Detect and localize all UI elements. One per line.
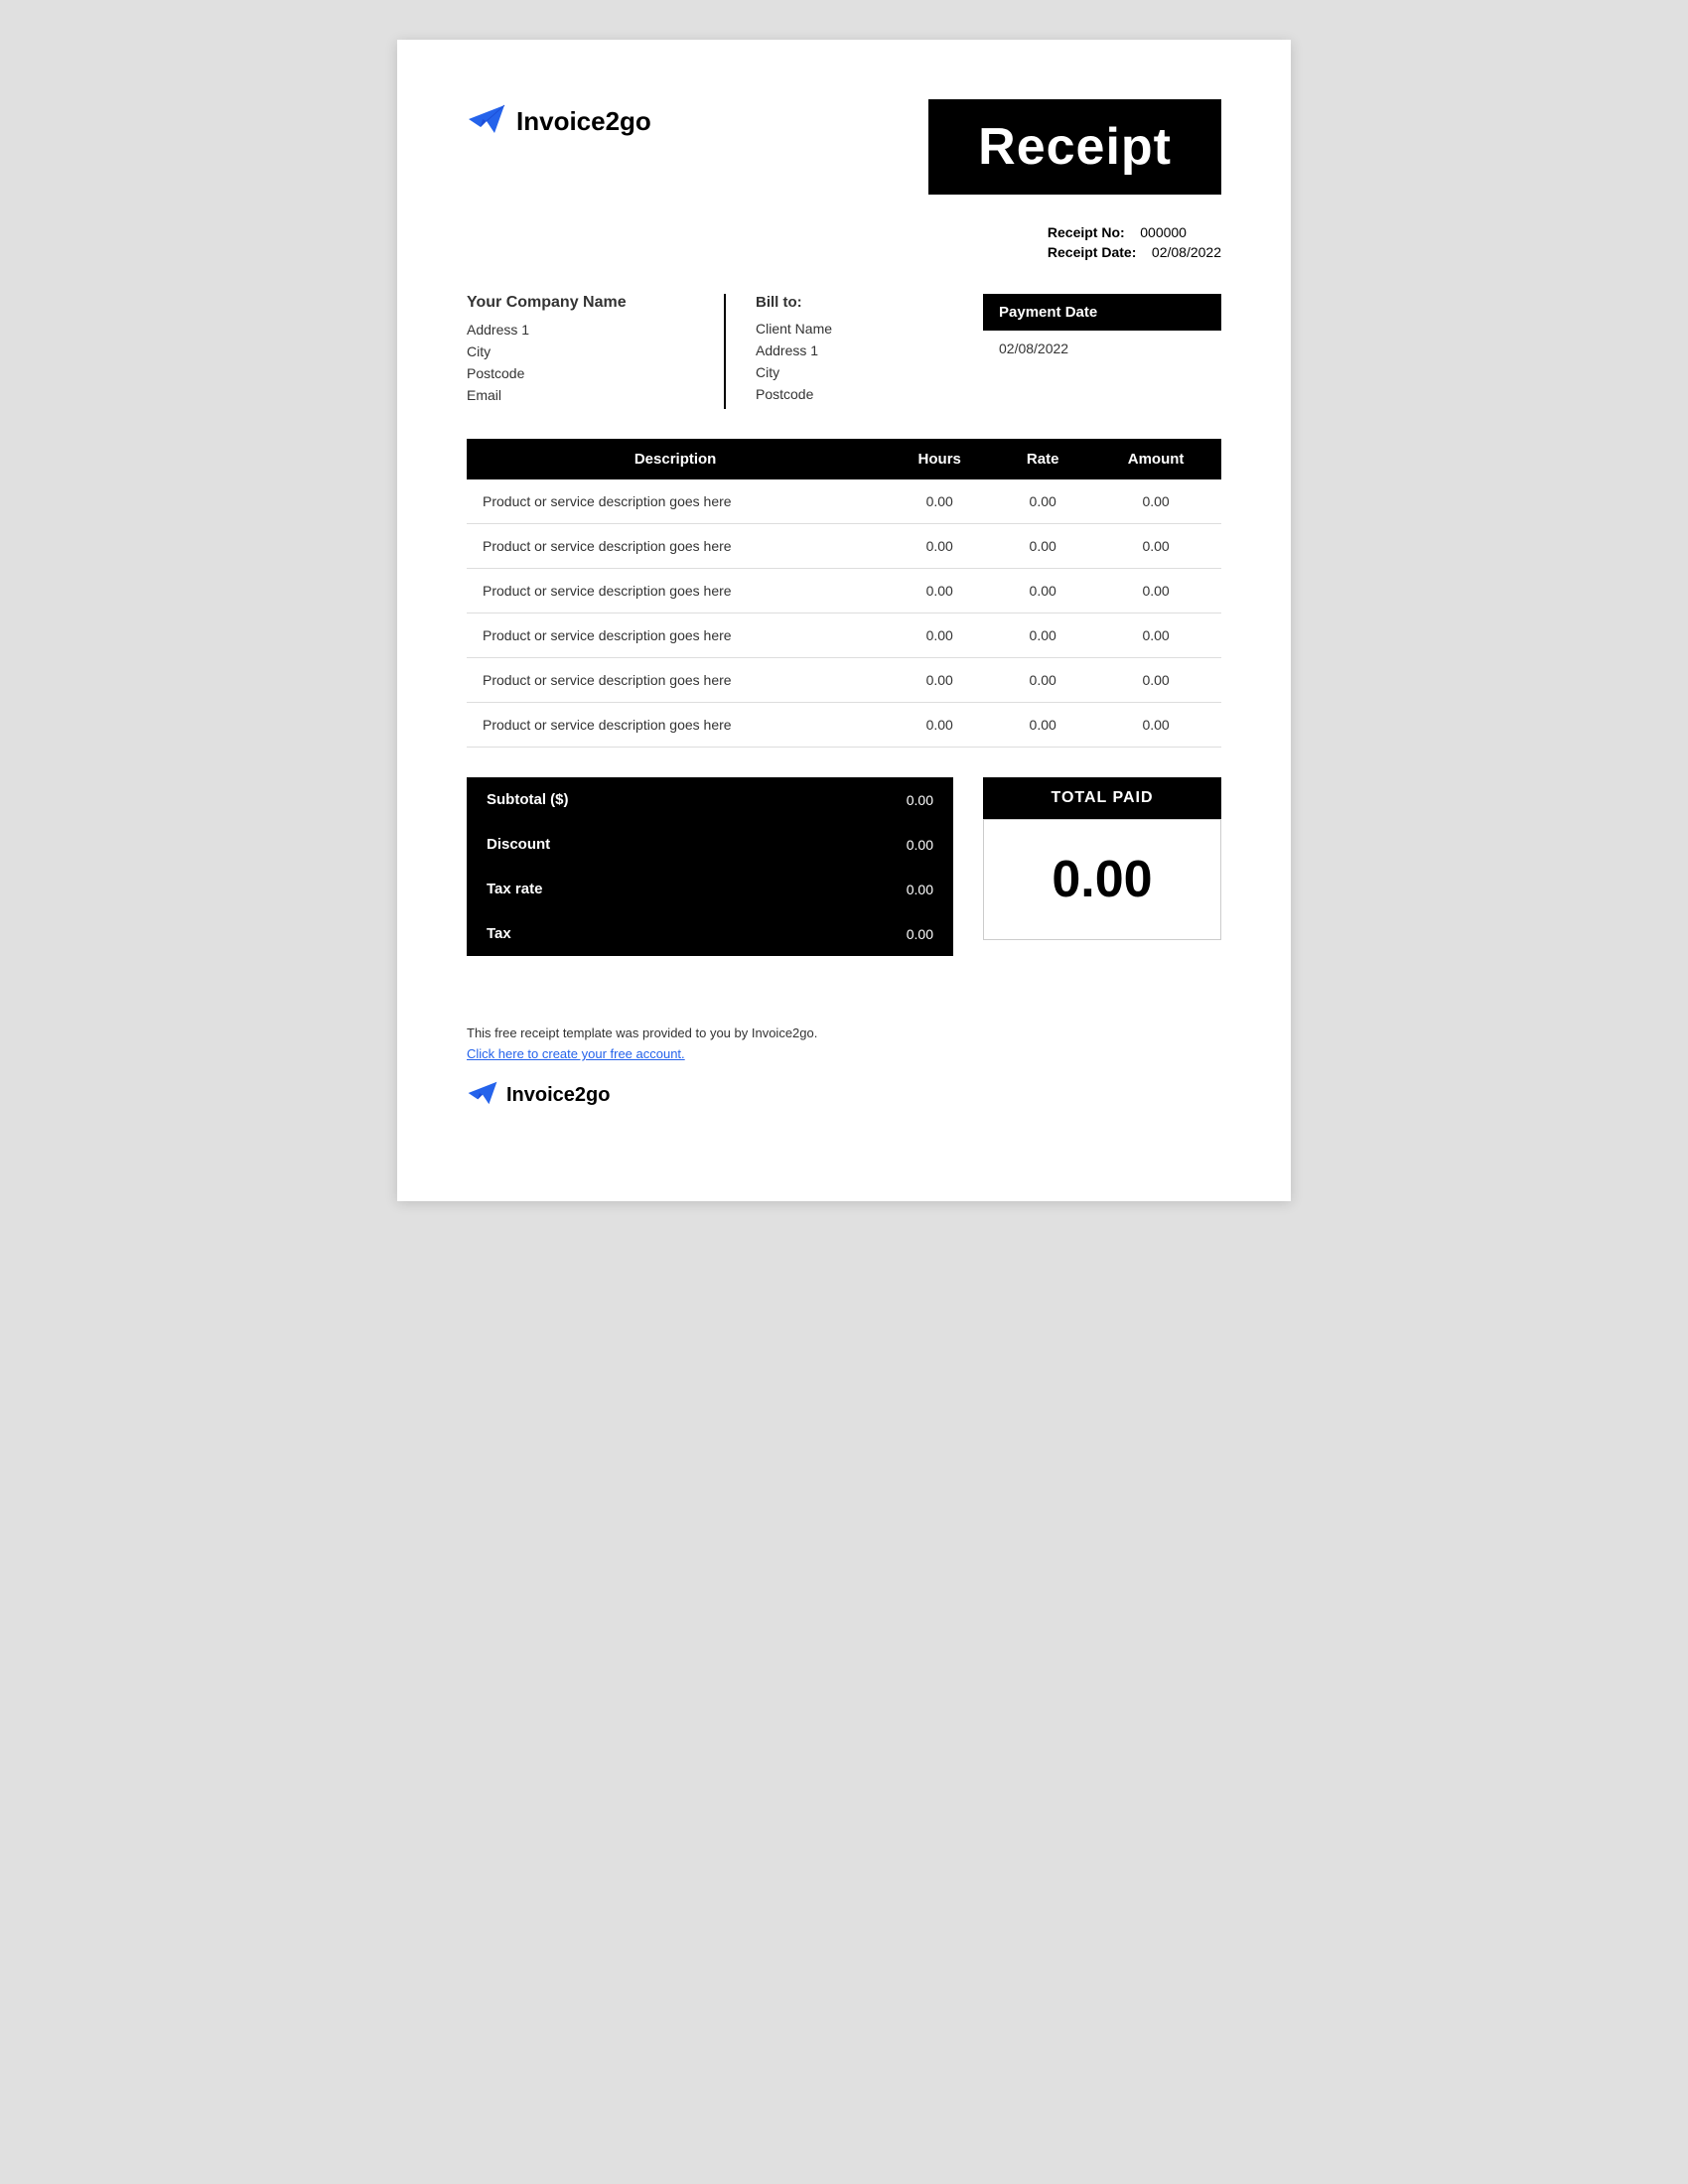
bill-address1: Address 1 xyxy=(756,342,983,358)
table-row: Product or service description goes here… xyxy=(467,524,1221,569)
table-row: Product or service description goes here… xyxy=(467,614,1221,658)
footer-link[interactable]: Click here to create your free account. xyxy=(467,1046,1221,1061)
payment-date-header: Payment Date xyxy=(983,294,1221,331)
subtotal-row: Tax rate 0.00 xyxy=(467,867,953,911)
footer: This free receipt template was provided … xyxy=(467,1006,1221,1114)
row-description: Product or service description goes here xyxy=(467,479,884,524)
subtotal-value: 0.00 xyxy=(907,792,933,808)
row-hours: 0.00 xyxy=(884,479,995,524)
receipt-date-value: 02/08/2022 xyxy=(1152,244,1221,260)
row-rate: 0.00 xyxy=(995,479,1090,524)
row-amount: 0.00 xyxy=(1090,703,1221,748)
subtotal-value: 0.00 xyxy=(907,837,933,853)
bill-city: City xyxy=(756,364,983,380)
footer-logo-icon xyxy=(467,1077,498,1114)
row-rate: 0.00 xyxy=(995,569,1090,614)
row-amount: 0.00 xyxy=(1090,479,1221,524)
col-rate: Rate xyxy=(995,439,1090,479)
row-amount: 0.00 xyxy=(1090,658,1221,703)
table-header-row: Description Hours Rate Amount xyxy=(467,439,1221,479)
bill-postcode: Postcode xyxy=(756,386,983,402)
subtotal-value: 0.00 xyxy=(907,882,933,897)
row-hours: 0.00 xyxy=(884,569,995,614)
receipt-meta-inner: Receipt No: 000000 Receipt Date: 02/08/2… xyxy=(1048,224,1221,264)
subtotal-label: Tax xyxy=(487,925,511,942)
row-description: Product or service description goes here xyxy=(467,524,884,569)
table-row: Product or service description goes here… xyxy=(467,479,1221,524)
row-rate: 0.00 xyxy=(995,614,1090,658)
payment-date-value: 02/08/2022 xyxy=(983,341,1221,356)
subtotal-label: Subtotal ($) xyxy=(487,791,569,808)
row-rate: 0.00 xyxy=(995,658,1090,703)
total-paid-header: TOTAL PAID xyxy=(983,777,1221,819)
footer-logo: Invoice2go xyxy=(467,1077,1221,1114)
col-amount: Amount xyxy=(1090,439,1221,479)
row-amount: 0.00 xyxy=(1090,614,1221,658)
receipt-date-line: Receipt Date: 02/08/2022 xyxy=(1048,244,1221,260)
header: Invoice2go Receipt xyxy=(467,99,1221,195)
receipt-no-line: Receipt No: 000000 xyxy=(1048,224,1221,240)
receipt-no-label: Receipt No: xyxy=(1048,224,1125,240)
subtotal-row: Discount 0.00 xyxy=(467,822,953,867)
row-rate: 0.00 xyxy=(995,703,1090,748)
subtotals-box: Subtotal ($) 0.00 Discount 0.00 Tax rate… xyxy=(467,777,953,956)
items-table: Description Hours Rate Amount Product or… xyxy=(467,439,1221,748)
receipt-page: Invoice2go Receipt Receipt No: 000000 Re… xyxy=(397,40,1291,1201)
row-hours: 0.00 xyxy=(884,524,995,569)
receipt-date-label: Receipt Date: xyxy=(1048,244,1136,260)
row-amount: 0.00 xyxy=(1090,524,1221,569)
row-amount: 0.00 xyxy=(1090,569,1221,614)
receipt-title: Receipt xyxy=(928,99,1221,195)
col-description: Description xyxy=(467,439,884,479)
subtotal-row: Tax 0.00 xyxy=(467,911,953,956)
row-description: Product or service description goes here xyxy=(467,658,884,703)
company-name: Your Company Name xyxy=(467,294,694,312)
total-paid-amount: 0.00 xyxy=(983,819,1221,940)
company-col: Your Company Name Address 1 City Postcod… xyxy=(467,294,726,409)
bill-to-label: Bill to: xyxy=(756,294,983,311)
row-description: Product or service description goes here xyxy=(467,703,884,748)
company-email: Email xyxy=(467,387,694,403)
company-address1: Address 1 xyxy=(467,322,694,338)
footer-logo-text: Invoice2go xyxy=(506,1084,610,1107)
table-row: Product or service description goes here… xyxy=(467,658,1221,703)
totals-section: Subtotal ($) 0.00 Discount 0.00 Tax rate… xyxy=(467,777,1221,956)
row-hours: 0.00 xyxy=(884,703,995,748)
col-hours: Hours xyxy=(884,439,995,479)
receipt-no-value: 000000 xyxy=(1140,224,1187,240)
payment-date-col: Payment Date 02/08/2022 xyxy=(983,294,1221,356)
company-city: City xyxy=(467,343,694,359)
subtotal-label: Tax rate xyxy=(487,881,542,897)
row-description: Product or service description goes here xyxy=(467,614,884,658)
client-name: Client Name xyxy=(756,321,983,337)
logo-area: Invoice2go xyxy=(467,99,651,144)
table-row: Product or service description goes here… xyxy=(467,569,1221,614)
row-hours: 0.00 xyxy=(884,614,995,658)
subtotal-label: Discount xyxy=(487,836,550,853)
company-postcode: Postcode xyxy=(467,365,694,381)
row-rate: 0.00 xyxy=(995,524,1090,569)
subtotal-row: Subtotal ($) 0.00 xyxy=(467,777,953,822)
row-hours: 0.00 xyxy=(884,658,995,703)
logo-icon xyxy=(467,99,506,144)
total-paid-box: TOTAL PAID 0.00 xyxy=(983,777,1221,956)
footer-text: This free receipt template was provided … xyxy=(467,1025,1221,1040)
address-section: Your Company Name Address 1 City Postcod… xyxy=(467,294,1221,409)
subtotal-value: 0.00 xyxy=(907,926,933,942)
bill-col: Bill to: Client Name Address 1 City Post… xyxy=(726,294,983,408)
table-row: Product or service description goes here… xyxy=(467,703,1221,748)
receipt-meta: Receipt No: 000000 Receipt Date: 02/08/2… xyxy=(467,224,1221,264)
row-description: Product or service description goes here xyxy=(467,569,884,614)
logo-text: Invoice2go xyxy=(516,106,651,137)
